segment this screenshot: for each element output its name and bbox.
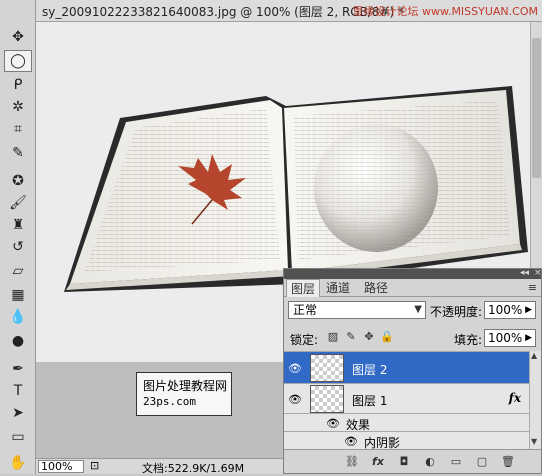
layer-name[interactable]: 图层 2 [352,361,387,378]
chevron-down-icon: ▼ [414,304,422,315]
fill-label: 填充: [454,333,483,347]
visibility-eye-icon[interactable]: 👁 [326,417,340,430]
lock-transparency-icon[interactable]: ▨ [326,329,340,343]
layer-thumbnail [310,385,344,413]
panel-menu-icon[interactable]: ≡ [528,281,537,294]
status-menu-icon[interactable]: ⊡ [90,459,99,472]
layer-thumbnail [310,354,344,382]
hand-tool-icon[interactable]: ✋ [4,452,32,474]
visibility-eye-icon[interactable]: 👁 [288,393,302,406]
adjustment-layer-icon[interactable]: ◐ [422,454,438,468]
opacity-label: 不透明度: [430,305,483,319]
blur-tool-icon[interactable]: 💧 [4,306,32,328]
panel-tabs: 图层 通道 路径 [284,279,541,297]
visibility-eye-icon[interactable]: 👁 [344,435,358,448]
layer-name[interactable]: 图层 1 [352,392,387,409]
stamp-line-2: 23ps.com [143,395,196,408]
lock-label: 锁定: [290,333,319,347]
pen-tool-icon[interactable]: ✒ [4,358,32,380]
site-stamp: 图片处理教程网 23ps.com [136,372,232,416]
fill-value: 100% [488,331,523,345]
layers-scrollbar[interactable]: ▲ ▼ [529,351,541,449]
rectangle-tool-icon[interactable]: ▭ [4,426,32,448]
move-tool-icon[interactable]: ✥ [4,26,32,48]
fill-field[interactable]: 100% ▶ [484,329,536,347]
panel-title-bar[interactable]: ◂◂ × [284,268,542,279]
history-brush-tool-icon[interactable]: ↺ [4,236,32,258]
layers-bottom-bar: ⛓ fx ◘ ◐ ▭ ▢ 🗑 [284,449,541,473]
tab-paths[interactable]: 路径 [360,279,392,297]
scroll-up-icon[interactable]: ▲ [531,351,537,360]
layer-row-1[interactable]: 👁 图层 1 fx [284,383,529,413]
crop-tool-icon[interactable]: ⌗ [4,118,32,140]
brush-tool-icon[interactable]: 🖌 [4,192,32,214]
collapse-panel-icon[interactable]: ◂◂ [520,268,529,278]
fill-arrow-icon[interactable]: ▶ [525,330,532,346]
visibility-eye-icon[interactable]: 👁 [288,362,302,375]
inner-shadow-row[interactable]: 👁 内阴影 [284,431,529,450]
tools-panel: ✥ ◯ ᑭ ✲ ⌗ ✎ ✪ 🖌 ♜ ↺ ▱ ▦ 💧 ● ✒ T ➤ ▭ ✋ [0,0,36,474]
opacity-arrow-icon[interactable]: ▶ [525,302,532,318]
lock-all-icon[interactable]: 🔒 [380,329,394,343]
lock-pixels-icon[interactable]: ✎ [344,329,358,343]
type-tool-icon[interactable]: T [4,380,32,402]
lock-position-icon[interactable]: ✥ [362,329,376,343]
document-title-bar: sy_20091022233821640083.jpg @ 100% (图层 2… [36,0,542,22]
layer-effects-badge[interactable]: fx [509,391,521,405]
add-mask-icon[interactable]: ◘ [396,454,412,468]
link-layers-icon[interactable]: ⛓ [344,454,360,468]
effects-row[interactable]: 👁 效果 [284,413,529,432]
layers-panel: ◂◂ × 图层 通道 路径 ≡ 正常 ▼ 不透明度: 100% ▶ 锁定: ▨ … [283,268,542,474]
new-group-icon[interactable]: ▭ [448,454,464,468]
scroll-down-icon[interactable]: ▼ [531,437,537,446]
stamp-line-1: 图片处理教程网 [143,379,228,393]
new-layer-icon[interactable]: ▢ [474,454,490,468]
dodge-tool-icon[interactable]: ● [4,330,32,352]
gradient-tool-icon[interactable]: ▦ [4,284,32,306]
opacity-value: 100% [488,303,523,317]
document-title: sy_20091022233821640083.jpg @ 100% (图层 2… [42,5,405,19]
add-style-icon[interactable]: fx [370,454,386,468]
opacity-field[interactable]: 100% ▶ [484,301,536,319]
layer-row-2[interactable]: 👁 图层 2 [284,351,529,383]
close-panel-icon[interactable]: × [534,268,542,278]
blend-mode-select[interactable]: 正常 ▼ [288,301,426,319]
tab-layers[interactable]: 图层 [286,279,321,297]
healing-brush-tool-icon[interactable]: ✪ [4,170,32,192]
zoom-field[interactable]: 100% [38,460,84,473]
delete-layer-icon[interactable]: 🗑 [500,454,516,468]
ellipse-marquee-tool-icon[interactable]: ◯ [4,50,32,72]
blend-mode-value: 正常 [293,303,318,317]
lasso-tool-icon[interactable]: ᑭ [4,74,32,96]
tab-channels[interactable]: 通道 [322,279,354,297]
magic-wand-tool-icon[interactable]: ✲ [4,96,32,118]
eyedropper-tool-icon[interactable]: ✎ [4,142,32,164]
site-watermark: 思缘设计论坛 www.MISSYUAN.COM [352,5,538,18]
eraser-tool-icon[interactable]: ▱ [4,260,32,282]
clone-stamp-tool-icon[interactable]: ♜ [4,214,32,236]
path-selection-tool-icon[interactable]: ➤ [4,402,32,424]
